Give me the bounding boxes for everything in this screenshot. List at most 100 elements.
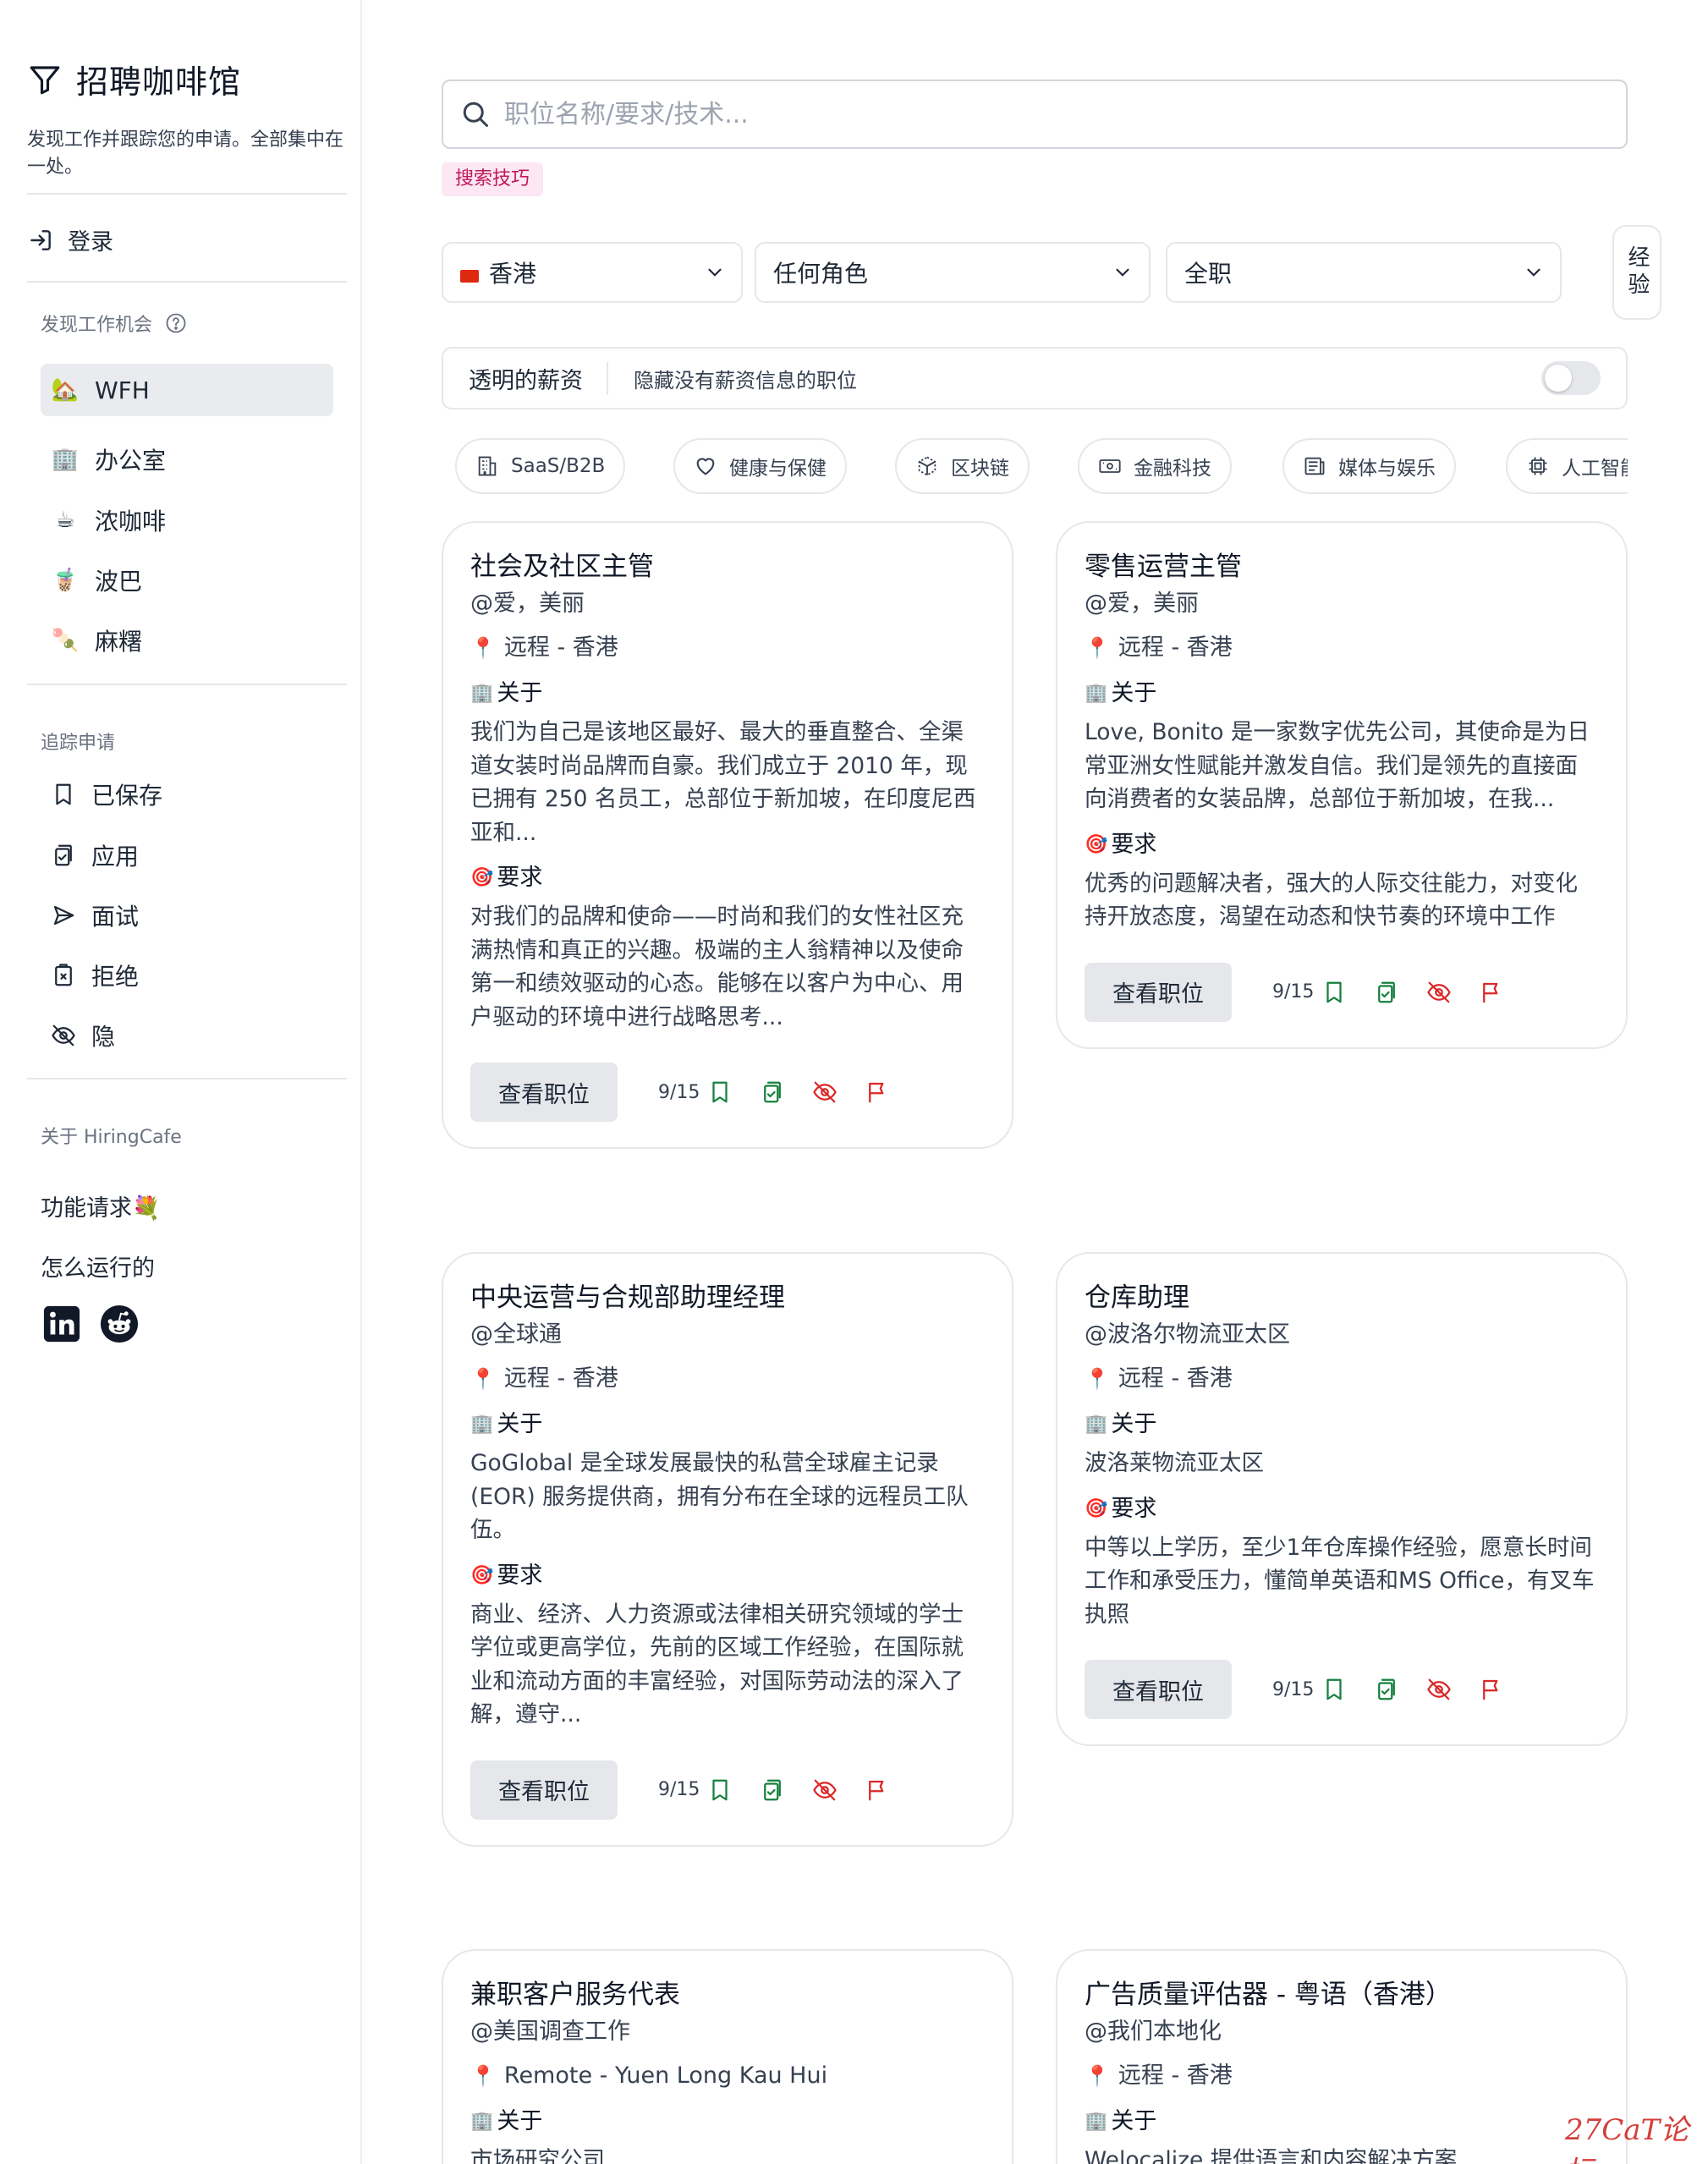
flag-icon[interactable] — [865, 1777, 890, 1803]
discover-section-label: 发现工作机会 — [41, 310, 188, 337]
match-ratio: 9/15 — [1272, 1678, 1315, 1700]
role-select[interactable]: 任何角色 — [755, 242, 1151, 303]
job-title[interactable]: 仓库助理 — [1085, 1279, 1599, 1316]
chip-blockchain[interactable]: 区块链 — [895, 438, 1030, 494]
commitment-select[interactable]: 全职 — [1166, 242, 1562, 303]
match-ratio: 9/15 — [658, 1081, 700, 1103]
clipboard-check-icon[interactable] — [760, 1777, 785, 1803]
social-links — [42, 1304, 139, 1343]
job-title[interactable]: 中央运营与合规部助理经理 — [470, 1279, 985, 1316]
nav-item-applied[interactable]: 应用 — [41, 829, 333, 882]
requirements-heading: 🎯 要求 — [470, 1559, 985, 1593]
chip-ai[interactable]: 人工智能 — [1506, 438, 1628, 494]
eye-off-icon[interactable] — [812, 1079, 838, 1105]
chip-fintech[interactable]: 金融科技 — [1078, 438, 1232, 494]
brand[interactable]: 招聘咖啡馆 — [27, 56, 241, 102]
job-card[interactable]: 兼职客户服务代表 @美国调查工作 📍 Remote - Yuen Long Kau… — [442, 1949, 1013, 2164]
feature-request-link[interactable]: 功能请求💐 — [41, 1189, 161, 1222]
job-card[interactable]: 中央运营与合规部助理经理 @全球通 📍 远程 - 香港 🏢 关于 GoGlobal … — [442, 1252, 1013, 1847]
view-job-button[interactable]: 查看职位 — [470, 1760, 618, 1820]
nav-item-boba[interactable]: 🧋 波巴 — [41, 554, 333, 607]
nav-item-rejected[interactable]: 拒绝 — [41, 949, 333, 1002]
nav-item-saved[interactable]: 已保存 — [41, 768, 333, 821]
location-select[interactable]: 香港 — [442, 242, 743, 303]
job-about: GoGlobal 是全球发展最快的私营全球雇主记录 (EOR) 服务提供商，拥有… — [470, 1450, 969, 1543]
clipboard-check-icon[interactable] — [760, 1079, 785, 1105]
job-title[interactable]: 社会及社区主管 — [470, 548, 985, 585]
about-label: 关于 — [497, 1411, 543, 1437]
nav-item-mochi[interactable]: 🍡 麻糬 — [41, 614, 333, 667]
bookmark-icon[interactable] — [1321, 980, 1347, 1005]
flag-icon[interactable] — [1479, 980, 1504, 1005]
flag-icon[interactable] — [1479, 1677, 1504, 1702]
eye-off-icon[interactable] — [812, 1777, 838, 1803]
requirements-heading: 🎯 要求 — [470, 861, 985, 895]
chip-cpu-icon — [1529, 457, 1547, 475]
reddit-icon[interactable] — [100, 1304, 139, 1343]
salary-toggle[interactable] — [1541, 361, 1601, 395]
chip-saas[interactable]: SaaS/B2B — [455, 438, 626, 494]
job-about: Love, Bonito 是一家数字优先公司，其使命是为日常亚洲女性赋能并激发自… — [1085, 719, 1590, 812]
help-icon[interactable] — [164, 311, 188, 335]
clipboard-check-icon[interactable] — [1374, 1677, 1399, 1702]
job-title[interactable]: 零售运营主管 — [1085, 548, 1599, 585]
chevron-down-icon — [1116, 268, 1129, 277]
requirements-heading: 🎯 要求 — [1085, 1492, 1599, 1526]
clipboard-check-icon[interactable] — [1374, 980, 1399, 1005]
search-icon — [463, 102, 488, 127]
building-icon — [478, 456, 497, 476]
job-card[interactable]: 社会及社区主管 @爱，美丽 📍 远程 - 香港 🏢 关于 我们为自己是该地区最好、最… — [442, 521, 1013, 1149]
mochi-icon: 🍡 — [51, 628, 80, 653]
search-bar[interactable] — [442, 80, 1628, 149]
nav-item-wfh[interactable]: 🏡 WFH — [41, 364, 333, 416]
tagline: 发现工作并跟踪您的申请。全部集中在一处。 — [27, 129, 344, 178]
job-location: 📍 远程 - 香港 — [470, 1362, 985, 1396]
bookmark-icon[interactable] — [1321, 1677, 1347, 1702]
target-icon: 🎯 — [1085, 833, 1108, 855]
about-label: 关于 — [497, 2108, 543, 2134]
view-job-button[interactable]: 查看职位 — [470, 1063, 618, 1122]
eye-off-icon[interactable] — [1426, 1677, 1452, 1702]
bookmark-icon[interactable] — [707, 1777, 733, 1803]
chip-label: 区块链 — [951, 458, 1009, 480]
job-card[interactable]: 仓库助理 @波洛尔物流亚太区 📍 远程 - 香港 🏢 关于 波洛莱物流亚太区 🎯 要求… — [1056, 1252, 1628, 1746]
nav-label: 波巴 — [95, 568, 143, 596]
chip-media[interactable]: 媒体与娱乐 — [1282, 438, 1456, 494]
requirements-label: 要求 — [1111, 831, 1157, 858]
nav-item-hidden[interactable]: 隐 — [41, 1009, 333, 1062]
search-tips-badge[interactable]: 搜索技巧 — [442, 162, 544, 196]
job-card[interactable]: 广告质量评估器 - 粤语（香港） @我们本地化 📍 远程 - 香港 🏢 关于 Wel… — [1056, 1949, 1628, 2164]
send-icon — [53, 905, 74, 925]
bookmark-icon[interactable] — [707, 1079, 733, 1105]
nav-item-espresso[interactable]: ☕ 浓咖啡 — [41, 494, 333, 546]
salary-title: 透明的薪资 — [469, 361, 608, 395]
search-input[interactable] — [504, 99, 1519, 129]
industry-chips: SaaS/B2B 健康与保健 区块链 金融科技 媒体与娱乐 人工智能 — [455, 438, 1628, 496]
how-it-works-link[interactable]: 怎么运行的 — [41, 1250, 155, 1282]
view-job-button[interactable]: 查看职位 — [1085, 962, 1232, 1022]
login-button[interactable]: 登录 — [27, 223, 113, 256]
job-title[interactable]: 兼职客户服务代表 — [470, 1976, 985, 2013]
filter-funnel-icon — [30, 65, 60, 94]
chip-health[interactable]: 健康与保健 — [673, 438, 847, 494]
experience-button[interactable]: 经验 — [1612, 225, 1661, 320]
linkedin-icon[interactable] — [42, 1304, 81, 1343]
nav-label: 拒绝 — [91, 963, 140, 991]
nav-label: 已保存 — [91, 782, 163, 810]
target-icon: 🎯 — [1085, 1497, 1108, 1519]
divider — [27, 281, 347, 283]
job-location-text: Remote - Yuen Long Kau Hui — [503, 2062, 828, 2089]
job-location-text: 远程 - 香港 — [1118, 634, 1233, 661]
flag-icon[interactable] — [865, 1079, 890, 1105]
login-label: 登录 — [68, 229, 113, 255]
job-title[interactable]: 广告质量评估器 - 粤语（香港） — [1085, 1976, 1599, 2013]
nav-item-office[interactable]: 🏢 办公室 — [41, 433, 333, 486]
pin-icon: 📍 — [470, 2064, 496, 2088]
nav-item-interview[interactable]: 面试 — [41, 889, 333, 942]
view-job-button[interactable]: 查看职位 — [1085, 1660, 1232, 1719]
experience-label: 经验 — [1624, 245, 1650, 299]
eye-off-icon[interactable] — [1426, 980, 1452, 1005]
job-card[interactable]: 零售运营主管 @爱，美丽 📍 远程 - 香港 🏢 关于 Love, Bonito 是… — [1056, 521, 1628, 1049]
nav-label: 隐 — [91, 1023, 116, 1051]
house-icon: 🏡 — [51, 377, 80, 403]
